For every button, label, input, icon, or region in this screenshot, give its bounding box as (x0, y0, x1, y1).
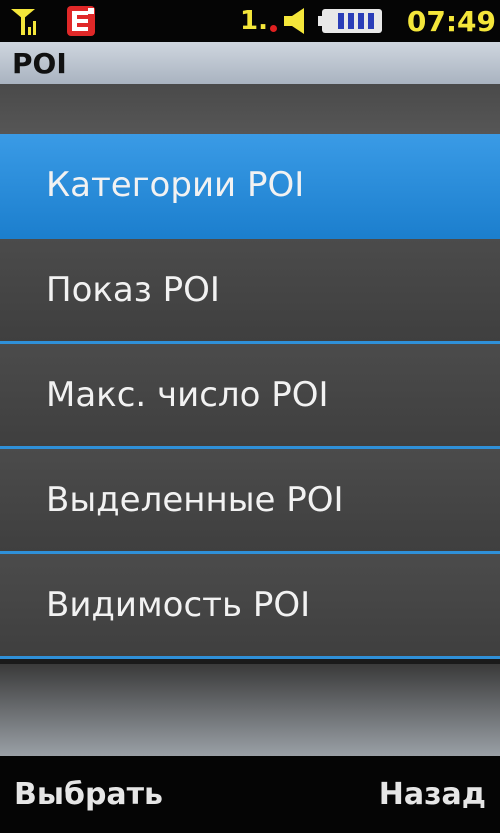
edge-icon (66, 0, 100, 42)
title-bar: POI (0, 42, 500, 84)
menu-item-poi-max-count[interactable]: Макс. число POI (0, 344, 500, 449)
menu-item-label: Видимость POI (46, 585, 311, 625)
menu-top-spacer (0, 84, 500, 134)
clock: 07:49 (406, 4, 496, 38)
menu-item-label: Категории POI (46, 165, 305, 205)
poi-menu: Категории POI Показ POI Макс. число POI … (0, 134, 500, 659)
menu-item-poi-highlighted[interactable]: Выделенные POI (0, 449, 500, 554)
menu-item-label: Выделенные POI (46, 480, 344, 520)
menu-item-poi-display[interactable]: Показ POI (0, 239, 500, 344)
speaker-icon (282, 0, 312, 42)
menu-item-label: Макс. число POI (46, 375, 329, 415)
signal-antenna-icon (8, 0, 42, 42)
sim-number: 1. (240, 6, 268, 36)
softkey-bar: Выбрать Назад (0, 756, 500, 833)
select-softkey[interactable]: Выбрать (0, 777, 177, 812)
sim-indicator: 1. (240, 0, 280, 42)
page-title: POI (12, 46, 67, 80)
status-bar: 1. 07:49 (0, 0, 500, 42)
menu-item-poi-visibility[interactable]: Видимость POI (0, 554, 500, 659)
battery-icon (318, 0, 388, 42)
menu-item-label: Показ POI (46, 270, 220, 310)
menu-item-poi-categories[interactable]: Категории POI (0, 134, 500, 239)
back-softkey[interactable]: Назад (365, 777, 500, 812)
menu-empty-area (0, 664, 500, 756)
sim-dot (269, 24, 277, 32)
